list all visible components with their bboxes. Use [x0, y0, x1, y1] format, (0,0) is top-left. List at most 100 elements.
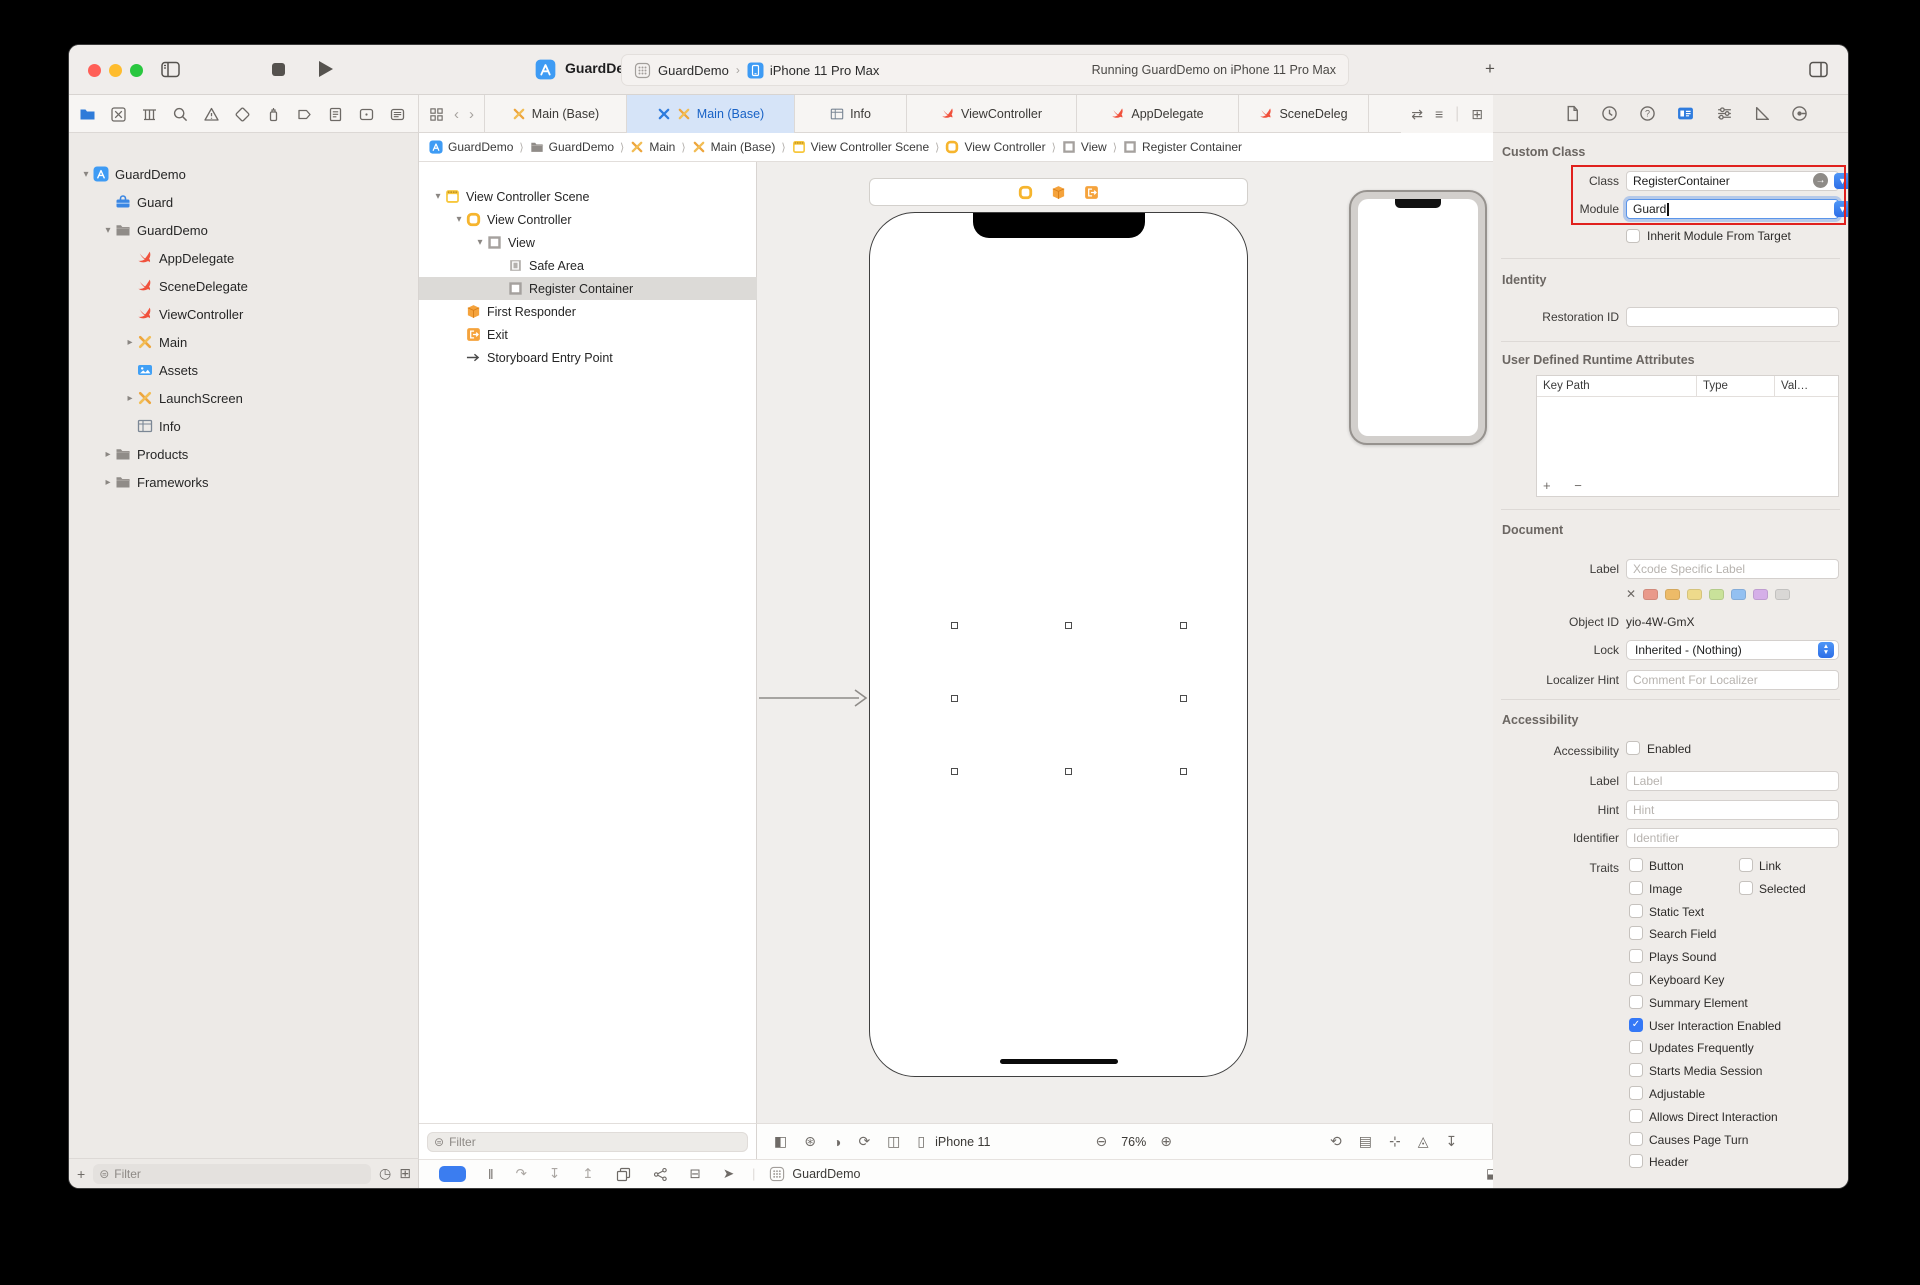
history-inspector-icon[interactable] [1601, 105, 1618, 122]
attributes-inspector-icon[interactable] [1716, 105, 1733, 122]
resize-handle[interactable] [1179, 767, 1187, 775]
disclosure-icon[interactable]: ▾ [431, 191, 445, 202]
symbols-icon[interactable] [141, 106, 158, 123]
trait-checkbox-keyboard-key[interactable] [1629, 972, 1643, 986]
project-navigator-icon[interactable] [79, 106, 96, 123]
find-icon[interactable] [172, 106, 189, 123]
table-column-header[interactable]: Key Path [1537, 376, 1697, 396]
navigator-item-launchscreen[interactable]: ▸ LaunchScreen [69, 384, 419, 412]
step-over-icon[interactable]: ↷ [516, 1166, 527, 1182]
disclosure-icon[interactable]: ▾ [79, 169, 93, 180]
trait-checkbox-updates-frequently[interactable] [1629, 1040, 1643, 1055]
toggle-inspectors-icon[interactable] [1809, 61, 1828, 78]
outline-item-storyboard-entry-point[interactable]: Storyboard Entry Point [419, 346, 757, 369]
navigator-item-guard[interactable]: Guard [69, 188, 419, 216]
scheme-bar[interactable]: GuardDemo › iPhone 11 Pro Max Running Gu… [621, 54, 1349, 86]
add-constraints-icon[interactable]: ⊹ [1389, 1133, 1401, 1150]
breadcrumb-item[interactable]: View Controller [945, 140, 1046, 154]
navigator-item-frameworks[interactable]: ▸ Frameworks [69, 468, 419, 496]
breadcrumb-item[interactable]: GuardDemo [429, 140, 513, 154]
tab-main-base-[interactable]: Main (Base) [485, 95, 627, 133]
align-icon[interactable]: ▤ [1359, 1133, 1372, 1150]
navigator-item-main[interactable]: ▸ Main [69, 328, 419, 356]
add-file-button[interactable]: + [77, 1166, 85, 1182]
resize-handle[interactable] [1179, 694, 1187, 702]
source-control-status-icon[interactable]: ⊞ [399, 1165, 411, 1182]
trait-checkbox-image[interactable] [1629, 880, 1643, 895]
size-inspector-icon[interactable] [1754, 105, 1771, 122]
navigator-item-viewcontroller[interactable]: ViewController [69, 300, 419, 328]
accessibility-preview-icon[interactable]: ⊛ [804, 1133, 816, 1150]
outline-item-view-controller-scene[interactable]: ▾ View Controller Scene [419, 185, 757, 208]
rotate-device-icon[interactable]: ⟳ [858, 1133, 870, 1150]
add-editor-icon[interactable]: ⊞ [1471, 106, 1483, 123]
accessibility-enabled-checkbox[interactable] [1626, 741, 1640, 755]
acc-label-field[interactable]: Label [1626, 771, 1839, 791]
color-swatch[interactable] [1665, 588, 1681, 600]
adjust-editor-icon[interactable]: ◧ [774, 1133, 787, 1150]
identity-inspector-icon[interactable] [1677, 105, 1694, 122]
color-swatch[interactable] [1709, 588, 1725, 600]
acc-hint-field[interactable]: Hint [1626, 800, 1839, 820]
editor-options-icon[interactable]: ≡ [1435, 106, 1443, 122]
disclosure-icon[interactable]: ▾ [101, 225, 115, 236]
issues-icon[interactable] [203, 106, 220, 123]
restoration-id-field[interactable] [1626, 307, 1839, 327]
trait-checkbox-summary-element[interactable] [1629, 994, 1643, 1009]
device-icon[interactable]: ▯ [917, 1133, 925, 1150]
first-responder-icon[interactable] [1051, 185, 1066, 200]
navigator-item-guarddemo[interactable]: ▾ GuardDemo [69, 216, 419, 244]
outline-item-view[interactable]: ▾ View [419, 231, 757, 254]
navigator-item-assets[interactable]: Assets [69, 356, 419, 384]
outline-filter[interactable]: ⊜ Filter [427, 1131, 748, 1152]
simulate-location-icon[interactable]: ➤ [723, 1166, 734, 1182]
running-app-label[interactable]: GuardDemo [792, 1167, 860, 1181]
close-button[interactable] [88, 64, 101, 77]
zoom-out-icon[interactable]: ⊖ [1096, 1133, 1108, 1150]
help-inspector-icon[interactable]: ? [1639, 105, 1656, 122]
breakpoints-toggle-button[interactable] [439, 1166, 466, 1182]
resize-handle[interactable] [1064, 767, 1072, 775]
table-add-remove-buttons[interactable]: + − [1543, 478, 1592, 493]
color-swatch[interactable] [1687, 588, 1703, 600]
orientation-icon[interactable]: ◫ [887, 1133, 900, 1150]
lock-stepper-icon[interactable]: ▲ ▼ [1818, 642, 1834, 658]
file-inspector-icon[interactable] [1564, 105, 1581, 122]
table-column-header[interactable]: Type [1697, 376, 1775, 396]
new-tab-button[interactable]: + [1485, 59, 1495, 79]
color-swatch[interactable] [1731, 588, 1747, 600]
tab-viewcontroller[interactable]: ViewController [907, 95, 1077, 133]
tab-main-base-[interactable]: Main (Base) [627, 95, 795, 133]
navigator-item-products[interactable]: ▸ Products [69, 440, 419, 468]
color-swatch[interactable] [1753, 588, 1769, 600]
code-review-icon[interactable]: ⇄ [1411, 106, 1423, 123]
trait-checkbox-allows-direct-interaction[interactable] [1629, 1108, 1643, 1123]
breadcrumb-item[interactable]: Register Container [1123, 140, 1242, 154]
outline-item-view-controller[interactable]: ▾ View Controller [419, 208, 757, 231]
source-control-icon[interactable] [110, 106, 127, 123]
disclosure-icon[interactable]: ▾ [452, 214, 466, 225]
back-icon[interactable]: ‹ [454, 106, 459, 123]
color-swatch[interactable] [1775, 588, 1791, 600]
breadcrumb-item[interactable]: Main [630, 140, 675, 154]
navigator-item-appdelegate[interactable]: AppDelegate [69, 244, 419, 272]
lock-popup[interactable]: Inherited - (Nothing) ▲ ▼ [1626, 640, 1839, 660]
disclosure-icon[interactable]: ▸ [101, 449, 115, 460]
trait-checkbox-link[interactable] [1739, 858, 1753, 872]
view-controller-icon[interactable] [1018, 185, 1033, 200]
tests-icon[interactable] [234, 106, 251, 123]
trait-checkbox-causes-page-turn[interactable] [1629, 1131, 1643, 1146]
pause-icon[interactable]: ‖ [488, 1167, 494, 1182]
localizer-hint-field[interactable]: Comment For Localizer [1626, 670, 1839, 690]
connections-inspector-icon[interactable] [1791, 105, 1808, 122]
panel-a-icon[interactable] [358, 106, 375, 123]
device-label[interactable]: iPhone 11 [935, 1135, 990, 1149]
resize-handle[interactable] [950, 621, 958, 629]
tab-info[interactable]: Info [795, 95, 907, 133]
table-column-header[interactable]: Val… [1775, 376, 1838, 396]
environment-overrides-icon[interactable]: ⊟ [690, 1166, 701, 1182]
zoom-level[interactable]: 76% [1121, 1135, 1146, 1149]
exit-icon[interactable] [1084, 185, 1099, 200]
breadcrumb-item[interactable]: View Controller Scene [792, 140, 929, 154]
update-frames-icon[interactable]: ⟲ [1330, 1133, 1342, 1150]
